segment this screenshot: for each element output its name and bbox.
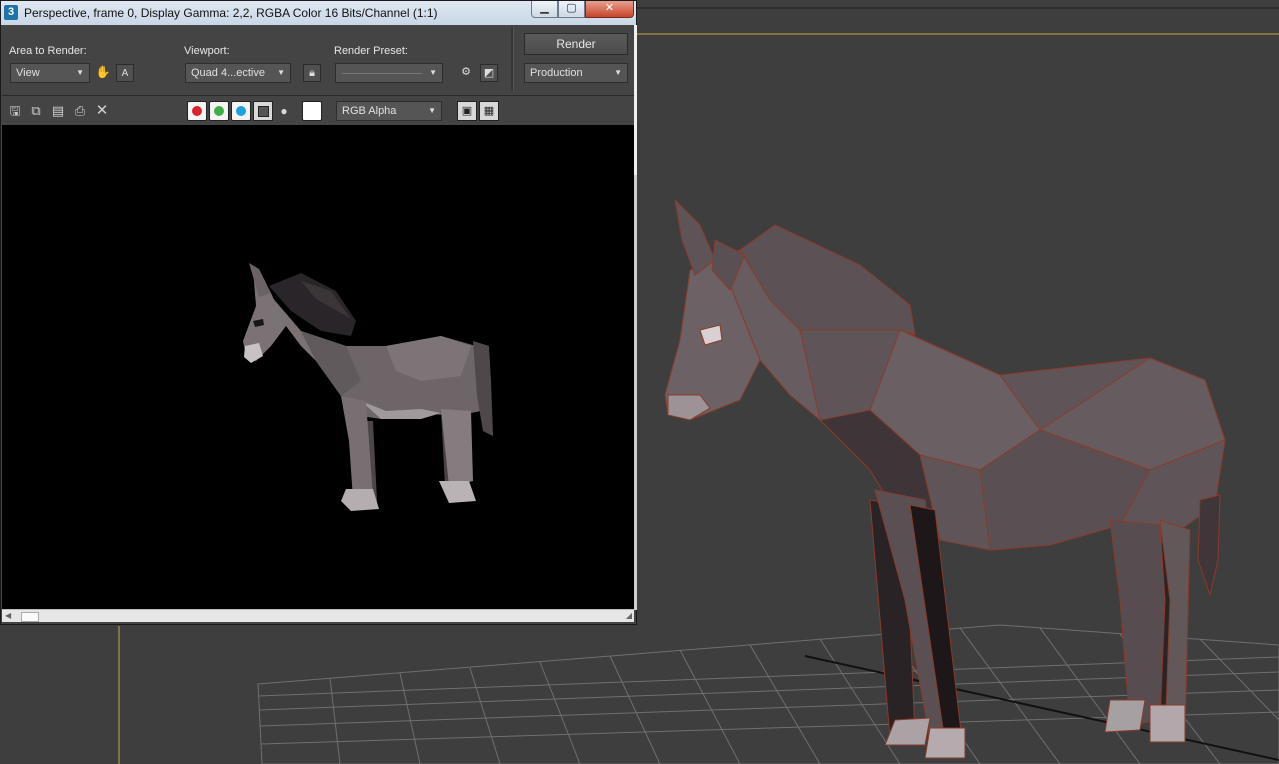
render-mode-dropdown[interactable]: Production ▼ bbox=[524, 63, 628, 83]
blue-channel-toggle[interactable] bbox=[231, 101, 251, 121]
area-to-render-dropdown[interactable]: View ▼ bbox=[10, 63, 90, 83]
render-mode-value: Production bbox=[530, 67, 583, 79]
green-channel-toggle[interactable] bbox=[209, 101, 229, 121]
chevron-down-icon: ▼ bbox=[277, 68, 285, 77]
red-channel-icon bbox=[192, 106, 202, 116]
monochrome-icon[interactable]: ● bbox=[275, 102, 293, 120]
environment-icon[interactable]: ◩ bbox=[480, 64, 498, 82]
app-icon: 3 bbox=[4, 5, 18, 20]
render-preset-label: Render Preset: bbox=[334, 45, 408, 57]
chevron-down-icon: ▼ bbox=[614, 68, 622, 77]
vertical-scrollbar[interactable] bbox=[634, 25, 637, 610]
area-to-render-label: Area to Render: bbox=[9, 45, 87, 57]
horizontal-scrollbar[interactable]: ◀ ◢ bbox=[2, 609, 634, 622]
frame-toolbar: 🖫︎ ⧉ ▤ ⎙ ✕ ● RGB Alpha ▼ ▣ ▦ bbox=[2, 96, 635, 124]
render-button[interactable]: Render bbox=[524, 33, 628, 55]
green-channel-icon bbox=[214, 106, 224, 116]
maximize-icon: ▢ bbox=[566, 2, 577, 14]
panel-divider bbox=[511, 27, 514, 91]
scroll-left-icon[interactable]: ◀ bbox=[5, 611, 11, 620]
rendered-frame-window: 3 Perspective, frame 0, Display Gamma: 2… bbox=[0, 0, 637, 625]
render-settings-panel: Area to Render: View ▼ ✋ A Viewport: Qua… bbox=[2, 25, 635, 96]
alpha-channel-icon bbox=[257, 106, 269, 117]
chevron-down-icon: ▼ bbox=[428, 106, 436, 115]
toggle-ui-icon[interactable]: ▦ bbox=[479, 101, 499, 121]
maximize-button[interactable]: ▢ bbox=[558, 1, 585, 18]
edit-region-icon[interactable]: ✋ bbox=[94, 64, 112, 82]
close-button[interactable]: ✕ bbox=[585, 1, 634, 18]
red-channel-toggle[interactable] bbox=[187, 101, 207, 121]
rendered-donkey-image bbox=[243, 263, 493, 511]
viewport-dropdown[interactable]: Quad 4...ective ▼ bbox=[185, 63, 291, 83]
copy-icon[interactable]: ⧉ bbox=[27, 102, 45, 120]
window-titlebar[interactable]: 3 Perspective, frame 0, Display Gamma: 2… bbox=[1, 1, 636, 25]
window-title: Perspective, frame 0, Display Gamma: 2,2… bbox=[24, 6, 438, 20]
scroll-thumb[interactable] bbox=[634, 25, 637, 175]
viewport-value: Quad 4...ective bbox=[191, 67, 265, 79]
print-icon[interactable]: ⎙ bbox=[71, 102, 89, 120]
clear-icon[interactable]: ✕ bbox=[93, 102, 111, 120]
viewport-label: Viewport: bbox=[184, 45, 230, 57]
auto-region-icon[interactable]: A bbox=[116, 64, 134, 82]
close-icon: ✕ bbox=[604, 2, 615, 14]
render-preset-dropdown[interactable]: ▼ bbox=[335, 63, 443, 83]
area-to-render-value: View bbox=[16, 67, 40, 79]
alpha-channel-toggle[interactable] bbox=[253, 101, 273, 121]
viewport-donkey-model bbox=[664, 199, 1226, 759]
toggle-ui-overlay-icon[interactable]: ▣ bbox=[457, 101, 477, 121]
render-output-canvas[interactable] bbox=[2, 125, 634, 609]
channel-display-value: RGB Alpha bbox=[342, 105, 397, 117]
save-icon[interactable]: 🖫︎ bbox=[6, 102, 24, 120]
chevron-down-icon: ▼ bbox=[76, 68, 84, 77]
minimize-icon: ▁ bbox=[540, 2, 549, 14]
blue-channel-icon bbox=[236, 106, 246, 116]
background-color-swatch[interactable] bbox=[302, 101, 322, 121]
minimize-button[interactable]: ▁ bbox=[531, 1, 558, 18]
lock-icon[interactable]: 🔒︎ bbox=[303, 64, 321, 82]
render-setup-icon[interactable]: ⚙ bbox=[457, 64, 475, 82]
scroll-thumb[interactable] bbox=[21, 612, 39, 622]
chevron-down-icon: ▼ bbox=[429, 68, 437, 77]
channel-display-dropdown[interactable]: RGB Alpha ▼ bbox=[336, 101, 442, 121]
clone-icon[interactable]: ▤ bbox=[49, 102, 67, 120]
resize-grip-icon[interactable]: ◢ bbox=[626, 611, 632, 620]
